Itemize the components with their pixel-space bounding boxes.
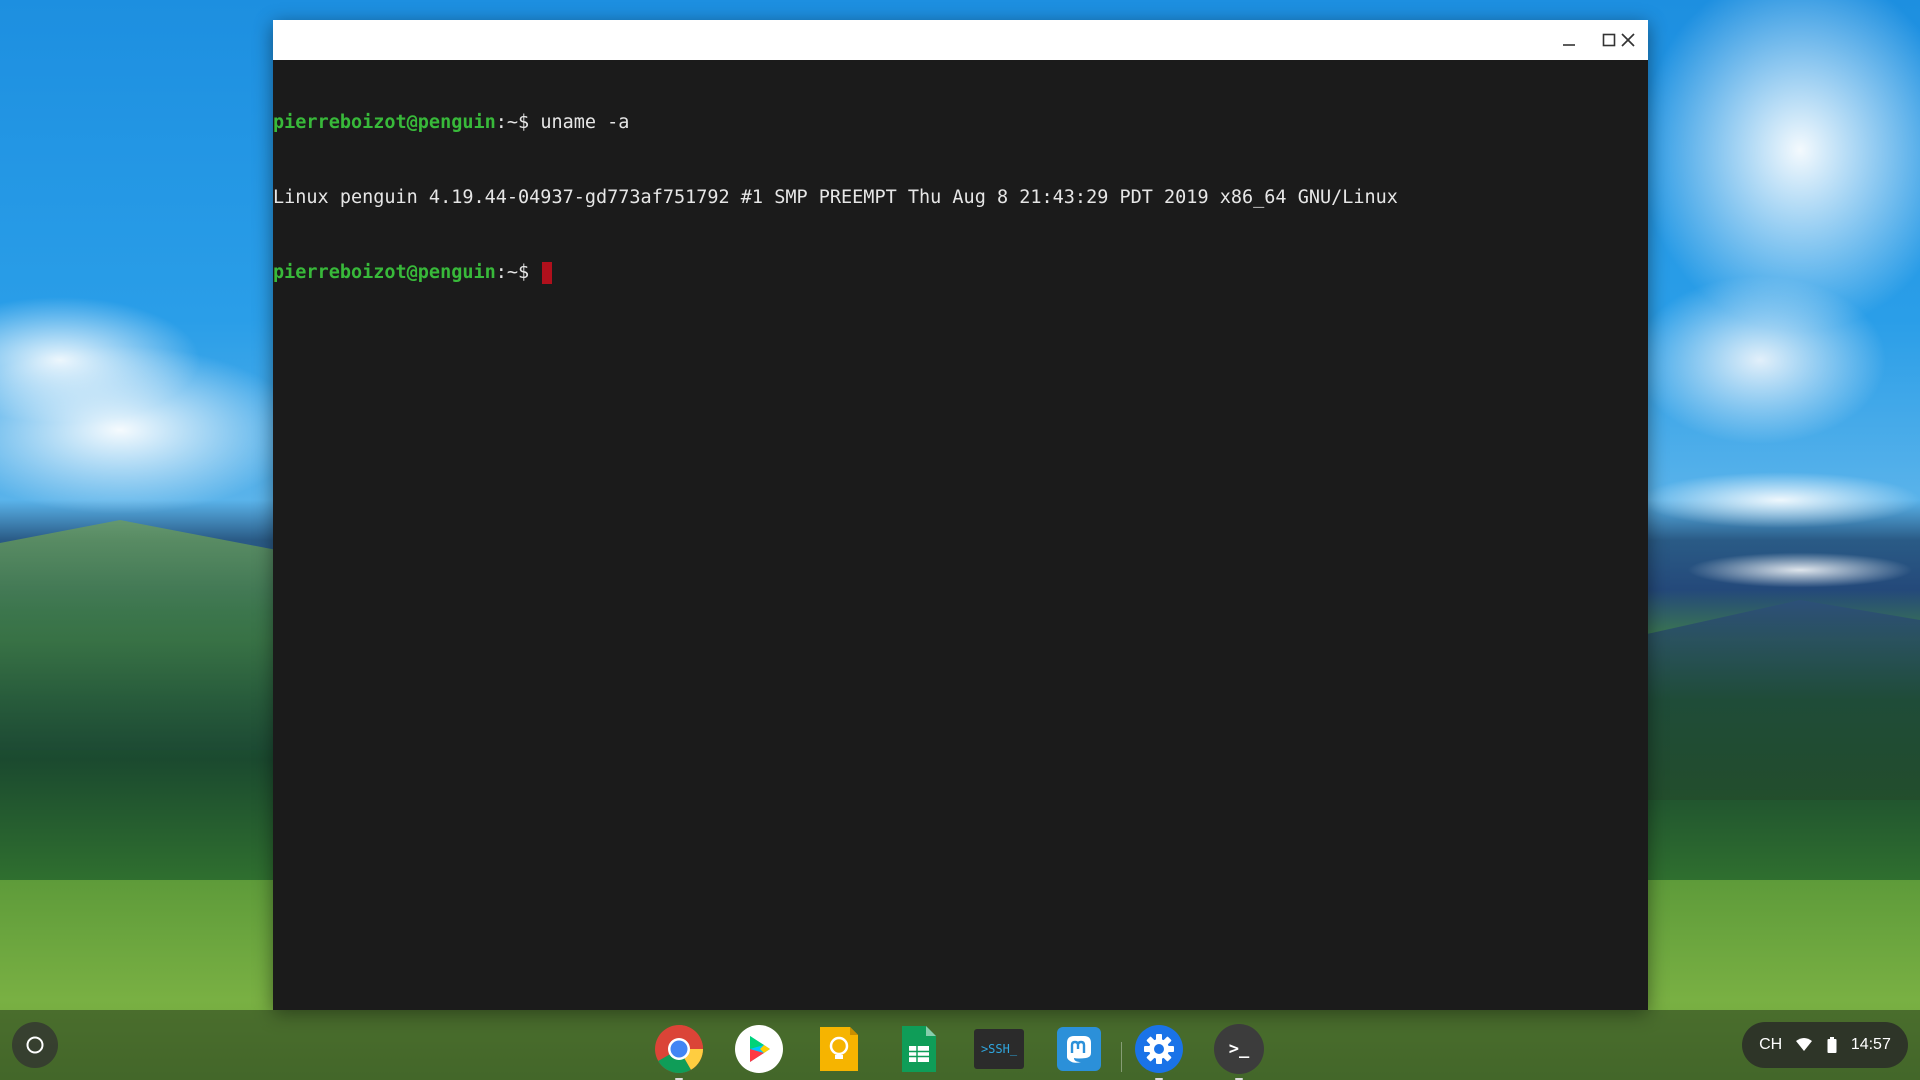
shelf-app-play-store[interactable] bbox=[734, 1024, 784, 1074]
terminal-window[interactable]: pierreboizot@penguin:~$ uname -a Linux p… bbox=[273, 20, 1648, 1010]
prompt-path: :~$ bbox=[495, 112, 541, 133]
shelf-app-terminal[interactable]: >_ bbox=[1214, 1024, 1264, 1080]
shelf-app-sheets[interactable] bbox=[894, 1024, 944, 1074]
keyboard-layout-indicator[interactable]: CH bbox=[1759, 1036, 1782, 1054]
wallpaper-hills-right bbox=[1620, 600, 1920, 800]
keep-icon bbox=[820, 1027, 858, 1071]
prompt-path: :~$ bbox=[495, 262, 541, 283]
launcher-button[interactable] bbox=[12, 1022, 58, 1068]
close-icon bbox=[1621, 33, 1635, 47]
window-titlebar[interactable] bbox=[273, 20, 1648, 60]
terminal-line: pierreboizot@penguin:~$ uname -a bbox=[273, 110, 1648, 135]
shelf-app-chrome[interactable] bbox=[654, 1024, 704, 1080]
settings-icon bbox=[1135, 1025, 1183, 1073]
status-tray[interactable]: CH 14:57 bbox=[1742, 1022, 1908, 1068]
command-text: uname -a bbox=[540, 112, 630, 133]
clock-time[interactable]: 14:57 bbox=[1851, 1036, 1891, 1054]
shelf-divider bbox=[1121, 1042, 1122, 1072]
minimize-button[interactable] bbox=[1549, 20, 1589, 60]
shelf: >SSH_ >_ CH 14:57 bbox=[0, 1010, 1920, 1080]
shelf-app-keep[interactable] bbox=[814, 1024, 864, 1074]
shelf-app-secure-shell[interactable]: >SSH_ bbox=[974, 1024, 1024, 1074]
text-cursor bbox=[542, 262, 553, 284]
terminal-line: Linux penguin 4.19.44-04937-gd773af75179… bbox=[273, 185, 1648, 210]
mastodon-icon bbox=[1057, 1027, 1101, 1071]
battery-icon bbox=[1827, 1037, 1837, 1053]
chrome-icon bbox=[655, 1025, 703, 1074]
wifi-icon bbox=[1796, 1038, 1813, 1051]
ssh-icon: >SSH_ bbox=[974, 1029, 1024, 1069]
sheets-icon bbox=[902, 1026, 936, 1072]
launcher-circle-icon bbox=[26, 1036, 44, 1054]
minimize-icon bbox=[1563, 44, 1575, 46]
shelf-app-settings[interactable] bbox=[1134, 1024, 1184, 1080]
close-button[interactable] bbox=[1608, 20, 1648, 60]
prompt-user-host: pierreboizot@penguin bbox=[273, 112, 496, 133]
shelf-app-mastodon[interactable] bbox=[1054, 1024, 1104, 1074]
terminal-line: pierreboizot@penguin:~$ bbox=[273, 260, 1648, 285]
play-store-icon bbox=[735, 1025, 783, 1073]
wallpaper-hills-left bbox=[0, 520, 300, 750]
prompt-user-host: pierreboizot@penguin bbox=[273, 262, 496, 283]
terminal-output[interactable]: pierreboizot@penguin:~$ uname -a Linux p… bbox=[273, 60, 1648, 335]
command-output: Linux penguin 4.19.44-04937-gd773af75179… bbox=[273, 187, 1398, 208]
terminal-icon: >_ bbox=[1214, 1024, 1264, 1074]
